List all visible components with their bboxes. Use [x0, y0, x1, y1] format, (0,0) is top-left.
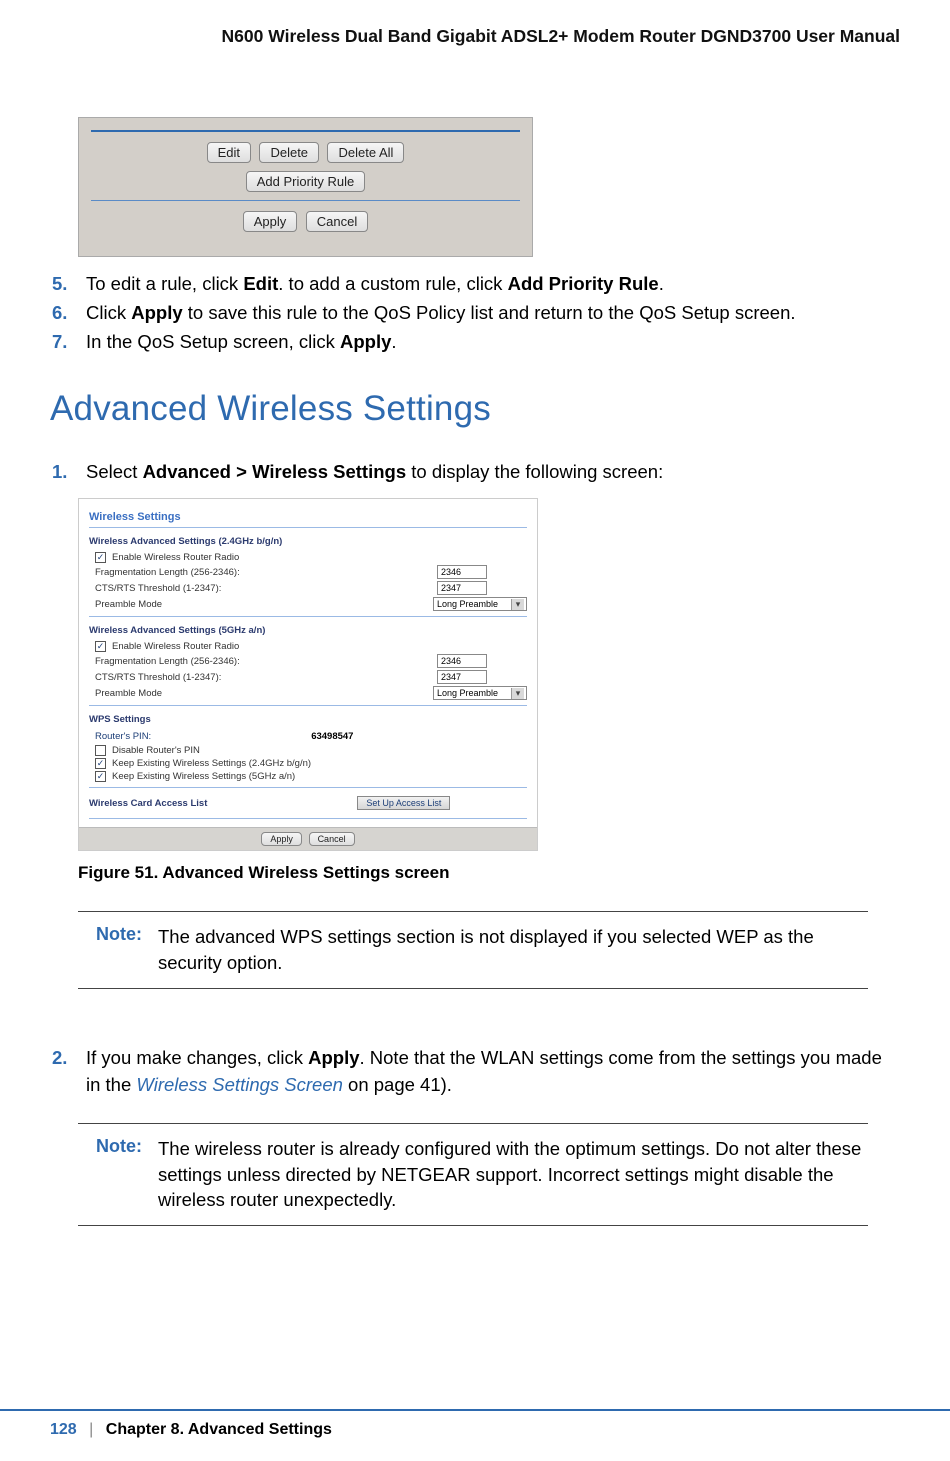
keep-5-label: Keep Existing Wireless Settings (5GHz a/… — [112, 771, 527, 782]
frag-length-input[interactable]: 2346 — [437, 565, 487, 579]
section-heading-24ghz: Wireless Advanced Settings (2.4GHz b/g/n… — [89, 536, 527, 547]
preamble-label: Preamble Mode — [95, 599, 433, 610]
step-text: Select Advanced > Wireless Settings to d… — [86, 459, 900, 486]
step-text: To edit a rule, click Edit. to add a cus… — [86, 271, 900, 298]
frag-length-label: Fragmentation Length (256-2346): — [95, 567, 437, 578]
delete-all-button[interactable]: Delete All — [327, 142, 404, 163]
note-text: The advanced WPS settings section is not… — [158, 924, 864, 976]
enable-radio-label: Enable Wireless Router Radio — [112, 552, 527, 563]
setup-access-list-button[interactable]: Set Up Access List — [357, 796, 450, 810]
cts-threshold-input[interactable]: 2347 — [437, 581, 487, 595]
note-box: Note: The advanced WPS settings section … — [78, 911, 868, 989]
keep-24-label: Keep Existing Wireless Settings (2.4GHz … — [112, 758, 527, 769]
router-pin-value: 63498547 — [311, 731, 353, 742]
cts-threshold-label: CTS/RTS Threshold (1-2347): — [95, 583, 437, 594]
delete-button[interactable]: Delete — [259, 142, 319, 163]
step-number: 5. — [52, 271, 86, 298]
step-text: Click Apply to save this rule to the QoS… — [86, 300, 900, 327]
cts-threshold-input[interactable]: 2347 — [437, 670, 487, 684]
cts-threshold-label: CTS/RTS Threshold (1-2347): — [95, 672, 437, 683]
step-text: If you make changes, click Apply. Note t… — [86, 1045, 900, 1099]
wireless-settings-screenshot: Wireless Settings Wireless Advanced Sett… — [78, 498, 538, 851]
preamble-select[interactable]: Long Preamble — [433, 597, 527, 611]
preamble-select[interactable]: Long Preamble — [433, 686, 527, 700]
router-pin-label: Router's PIN: — [95, 731, 151, 742]
step-text: In the QoS Setup screen, click Apply. — [86, 329, 900, 356]
checkbox-icon[interactable]: ✓ — [95, 552, 106, 563]
checkbox-icon[interactable] — [95, 745, 106, 756]
step-number: 6. — [52, 300, 86, 327]
add-priority-rule-button[interactable]: Add Priority Rule — [246, 171, 366, 192]
disable-pin-label: Disable Router's PIN — [112, 745, 527, 756]
page-footer: 128 | Chapter 8. Advanced Settings — [50, 1421, 332, 1439]
apply-button[interactable]: Apply — [243, 211, 298, 232]
note-text: The wireless router is already configure… — [158, 1136, 864, 1214]
enable-radio-label: Enable Wireless Router Radio — [112, 641, 527, 652]
preamble-label: Preamble Mode — [95, 688, 433, 699]
wireless-settings-link[interactable]: Wireless Settings Screen — [136, 1074, 343, 1095]
checkbox-icon[interactable]: ✓ — [95, 641, 106, 652]
chapter-label: Chapter 8. Advanced Settings — [106, 1421, 332, 1438]
cancel-button[interactable]: Cancel — [306, 211, 368, 232]
footer-rule — [0, 1409, 950, 1411]
checkbox-icon[interactable]: ✓ — [95, 758, 106, 769]
panel-title: Wireless Settings — [89, 511, 527, 523]
apply-button[interactable]: Apply — [261, 832, 302, 846]
qos-buttons-screenshot: Edit Delete Delete All Add Priority Rule… — [78, 117, 533, 257]
note-box: Note: The wireless router is already con… — [78, 1123, 868, 1227]
page-header: N600 Wireless Dual Band Gigabit ADSL2+ M… — [50, 26, 900, 47]
figure-caption: Figure 51. Advanced Wireless Settings sc… — [78, 863, 900, 883]
page-number: 128 — [50, 1421, 77, 1438]
note-label: Note: — [96, 1136, 158, 1214]
edit-button[interactable]: Edit — [207, 142, 251, 163]
access-list-label: Wireless Card Access List — [89, 798, 207, 809]
section-heading-5ghz: Wireless Advanced Settings (5GHz a/n) — [89, 625, 527, 636]
wps-heading: WPS Settings — [89, 714, 527, 725]
note-label: Note: — [96, 924, 158, 976]
step-number: 2. — [52, 1045, 86, 1099]
step-number: 1. — [52, 459, 86, 486]
step-number: 7. — [52, 329, 86, 356]
frag-length-label: Fragmentation Length (256-2346): — [95, 656, 437, 667]
frag-length-input[interactable]: 2346 — [437, 654, 487, 668]
cancel-button[interactable]: Cancel — [309, 832, 355, 846]
section-heading: Advanced Wireless Settings — [50, 389, 900, 429]
steps-pre-heading: 5. To edit a rule, click Edit. to add a … — [52, 271, 900, 355]
checkbox-icon[interactable]: ✓ — [95, 771, 106, 782]
